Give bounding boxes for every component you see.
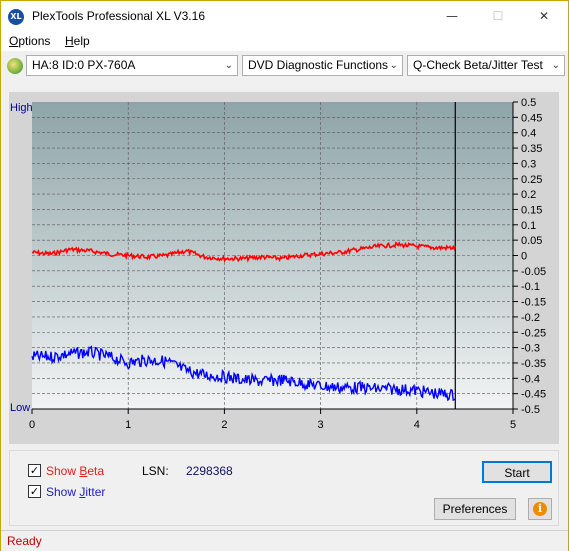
x-tick-label: 0 <box>29 419 35 431</box>
y-tick-label: 0.3 <box>521 158 536 170</box>
control-panel: ✓ Show Beta ✓ Show Jitter LSN: 2298368 S… <box>9 450 559 526</box>
y-tick-label: 0.05 <box>521 235 542 247</box>
beta-jitter-chart: 0.5 0.45 0.4 0.35 0.3 0.25 0.2 0.15 0.1 0.05 0 -0.0… <box>10 97 546 431</box>
y-tick-label: 0.5 <box>521 97 536 109</box>
test-select[interactable]: Q-Check Beta/Jitter Test ⌄ <box>407 55 565 76</box>
show-jitter-label-rest: itter <box>85 485 106 499</box>
test-select-value: Q-Check Beta/Jitter Test <box>413 58 543 72</box>
menu-options-label: ptions <box>18 34 51 48</box>
function-select-value: DVD Diagnostic Functions <box>248 58 389 72</box>
show-beta-checkbox[interactable]: ✓ <box>28 464 41 477</box>
menu-bar: Options Help <box>1 31 568 51</box>
show-beta-label-rest: eta <box>87 464 105 478</box>
preferences-button[interactable]: Preferences <box>434 498 516 520</box>
menu-options-mnemonic: O <box>9 34 19 48</box>
chevron-down-icon: ⌄ <box>389 60 398 71</box>
x-tick-label: 2 <box>221 419 227 431</box>
y-tick-label: 0.45 <box>521 112 542 124</box>
menu-help-mnemonic: H <box>65 34 74 48</box>
drive-select[interactable]: HA:8 ID:0 PX-760A ⌄ <box>26 55 238 76</box>
y-tick-label: -0.1 <box>521 281 540 293</box>
status-bar: Ready <box>1 530 568 551</box>
y-tick-label: -0.15 <box>521 297 546 309</box>
lsn-value: 2298368 <box>186 464 233 478</box>
y-tick-label: 0.25 <box>521 174 542 186</box>
show-jitter-label[interactable]: Show Jitter <box>46 485 105 499</box>
menu-help-label: elp <box>73 34 90 48</box>
y-tick-label: -0.25 <box>521 327 546 339</box>
y-tick-label: -0.35 <box>521 358 546 370</box>
y-tick-label: 0.15 <box>521 204 542 216</box>
chevron-down-icon: ⌄ <box>224 60 233 71</box>
x-tick-label: 1 <box>125 419 131 431</box>
y-tick-label: -0.45 <box>521 389 546 401</box>
y-tick-label: 0.1 <box>521 220 536 232</box>
show-jitter-checkbox[interactable]: ✓ <box>28 485 41 498</box>
chart-panel: 0.5 0.45 0.4 0.35 0.3 0.25 0.2 0.15 0.1 0.05 0 -0.0… <box>9 92 559 444</box>
menu-help[interactable]: Help <box>65 34 90 48</box>
show-jitter-label-prefix: Show <box>46 485 80 499</box>
show-beta-label-prefix: Show <box>46 464 80 478</box>
y-tick-label: -0.4 <box>521 373 540 385</box>
y-tick-label: 0 <box>521 251 527 263</box>
status-text: Ready <box>7 534 42 548</box>
y-left-low-label: Low <box>10 402 30 414</box>
title-bar: XL PlexTools Professional XL V3.16 — ☐ ✕ <box>1 1 568 31</box>
menu-options[interactable]: Options <box>9 34 50 48</box>
y-left-high-label: High <box>10 102 33 114</box>
y-tick-label: -0.05 <box>521 266 546 278</box>
y-tick-label: 0.4 <box>521 128 536 140</box>
window-title: PlexTools Professional XL V3.16 <box>32 9 205 23</box>
drive-disc-icon <box>7 58 23 74</box>
y-tick-label: -0.5 <box>521 404 540 416</box>
minimize-button[interactable]: — <box>429 1 475 31</box>
drive-select-value: HA:8 ID:0 PX-760A <box>32 58 136 72</box>
info-button[interactable]: i <box>528 498 552 520</box>
app-window: XL PlexTools Professional XL V3.16 — ☐ ✕… <box>0 0 569 551</box>
maximize-button[interactable]: ☐ <box>475 1 521 31</box>
y-tick-label: 0.2 <box>521 189 536 201</box>
function-select[interactable]: DVD Diagnostic Functions ⌄ <box>242 55 403 76</box>
toolbar: HA:8 ID:0 PX-760A ⌄ DVD Diagnostic Funct… <box>1 53 568 79</box>
y-tick-label: -0.2 <box>521 312 540 324</box>
show-beta-label[interactable]: Show Beta <box>46 464 104 478</box>
x-tick-label: 3 <box>318 419 324 431</box>
start-button[interactable]: Start <box>482 461 552 483</box>
chevron-down-icon: ⌄ <box>551 60 560 71</box>
y-tick-label: 0.35 <box>521 143 542 155</box>
info-icon: i <box>533 502 547 516</box>
lsn-label: LSN: <box>142 464 169 478</box>
close-button[interactable]: ✕ <box>521 1 567 31</box>
x-tick-label: 5 <box>510 419 516 431</box>
x-tick-label: 4 <box>414 419 420 431</box>
app-logo-icon: XL <box>8 9 24 25</box>
y-tick-label: -0.3 <box>521 343 540 355</box>
